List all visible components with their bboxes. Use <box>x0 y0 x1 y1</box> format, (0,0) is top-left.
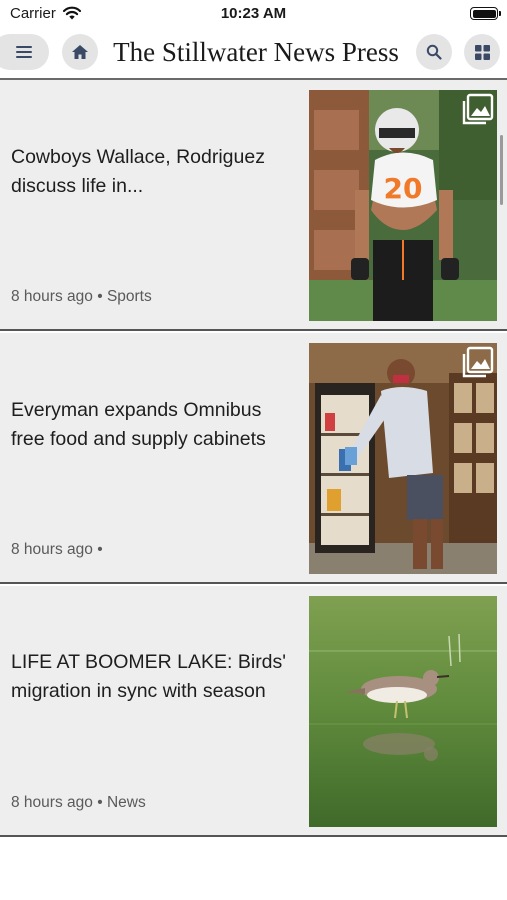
article-time: 8 hours ago <box>11 541 93 558</box>
article-time: 8 hours ago <box>11 794 93 811</box>
status-bar: Carrier 10:23 AM <box>0 0 507 28</box>
battery-icon <box>470 7 501 20</box>
svg-text:20: 20 <box>384 172 423 205</box>
photo-gallery-icon <box>462 93 494 125</box>
meta-separator: • <box>97 541 103 558</box>
search-icon <box>426 44 442 60</box>
menu-button[interactable] <box>0 34 49 70</box>
article-headline[interactable]: LIFE AT BOOMER LAKE: Birds' migration in… <box>11 648 291 706</box>
home-button[interactable] <box>62 34 98 70</box>
article-section[interactable]: News <box>107 794 146 811</box>
article-thumbnail[interactable] <box>309 343 497 574</box>
search-button[interactable] <box>416 34 452 70</box>
article-meta: 8 hours ago • News <box>11 794 146 812</box>
article-time: 8 hours ago <box>11 288 93 305</box>
hamburger-icon <box>15 46 32 58</box>
app-header: The Stillwater News Press <box>0 28 507 79</box>
sections-button[interactable] <box>464 34 500 70</box>
grid-icon <box>474 44 490 60</box>
masthead-title: The Stillwater News Press <box>113 37 399 67</box>
article-meta: 8 hours ago • <box>11 541 103 559</box>
article-thumbnail[interactable]: 20 <box>309 90 497 321</box>
photo-gallery-icon <box>462 346 494 378</box>
article-thumbnail[interactable] <box>309 596 497 827</box>
article-section[interactable]: Sports <box>107 288 152 305</box>
article-headline[interactable]: Everyman expands Omnibus free food and s… <box>11 396 291 454</box>
article-card[interactable]: LIFE AT BOOMER LAKE: Birds' migration in… <box>0 586 507 837</box>
shorebird-photo <box>309 596 497 827</box>
article-meta: 8 hours ago • Sports <box>11 288 152 306</box>
article-headline[interactable]: Cowboys Wallace, Rodriguez discuss life … <box>11 143 291 201</box>
meta-separator: • <box>97 794 103 811</box>
clock: 10:23 AM <box>220 5 287 22</box>
meta-separator: • <box>97 288 103 305</box>
home-icon <box>72 45 88 59</box>
article-card[interactable]: Everyman expands Omnibus free food and s… <box>0 333 507 584</box>
article-card[interactable]: Cowboys Wallace, Rodriguez discuss life … <box>0 80 507 331</box>
scroll-indicator[interactable] <box>500 135 503 205</box>
